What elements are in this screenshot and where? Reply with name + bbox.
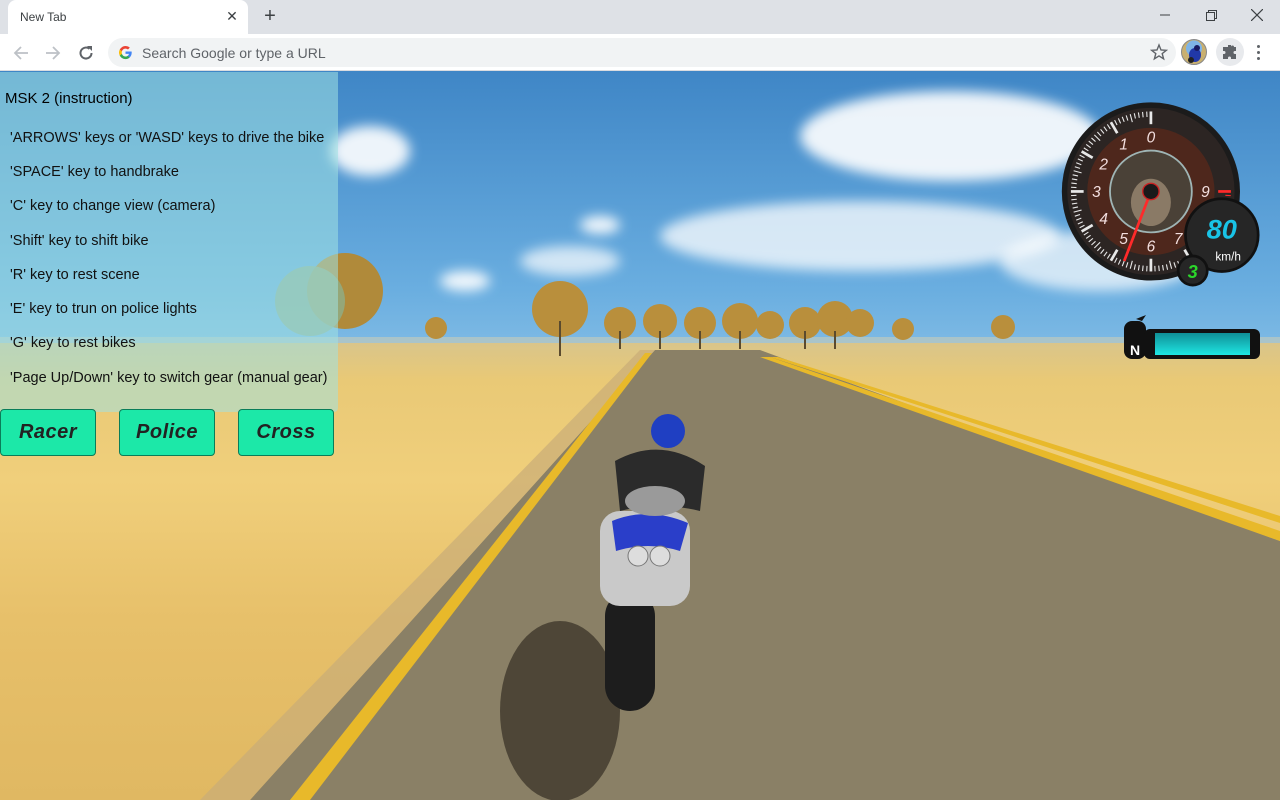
- rpm-label: 3: [1092, 184, 1101, 201]
- reload-icon[interactable]: [72, 39, 100, 67]
- profile-avatar[interactable]: [1181, 39, 1207, 65]
- bike-shadow: [500, 621, 620, 800]
- toolbar: Search Google or type a URL: [0, 34, 1280, 71]
- tab-new-tab[interactable]: New Tab ✕: [8, 0, 248, 34]
- bookmark-star-icon[interactable]: [1150, 43, 1168, 61]
- rpm-label: 0: [1147, 129, 1156, 146]
- close-icon[interactable]: ✕: [224, 8, 240, 24]
- instruction-line: 'SPACE' key to handbrake: [10, 164, 179, 180]
- instruction-line: 'Shift' key to shift bike: [10, 233, 149, 249]
- gauge-tick: [1142, 111, 1144, 118]
- gear-value: 3: [1188, 262, 1198, 282]
- game-canvas[interactable]: MSK 2 (instruction) 'ARROWS' keys or 'WA…: [0, 71, 1280, 800]
- kebab-menu-icon[interactable]: [1250, 40, 1266, 64]
- gauge-tick: [1158, 265, 1160, 272]
- police-bike-button[interactable]: Police: [119, 409, 215, 456]
- nitro-spark-icon: [1136, 315, 1146, 321]
- speed-unit: km/h: [1215, 250, 1241, 264]
- rpm-label: 1: [1119, 137, 1128, 154]
- minimize-icon[interactable]: [1142, 0, 1188, 30]
- nitro-label: N: [1130, 342, 1140, 358]
- instruction-line: 'E' key to trun on police lights: [10, 301, 197, 317]
- tab-title: New Tab: [20, 10, 67, 24]
- speed-value: 80: [1207, 214, 1237, 245]
- rpm-label: 9: [1201, 184, 1210, 201]
- racer-bike-button[interactable]: Racer: [0, 409, 96, 456]
- rpm-label: 7: [1174, 231, 1184, 248]
- tab-strip: New Tab ✕ +: [0, 0, 1280, 34]
- instruction-line: 'Page Up/Down' key to switch gear (manua…: [10, 370, 328, 386]
- instruction-line: 'C' key to change view (camera): [10, 198, 216, 214]
- instruction-line: 'G' key to rest bikes: [10, 335, 136, 351]
- rpm-label: 5: [1119, 231, 1128, 248]
- rpm-label: 6: [1147, 238, 1156, 255]
- instruction-panel: MSK 2 (instruction) 'ARROWS' keys or 'WA…: [0, 72, 338, 412]
- forward-arrow-icon[interactable]: [39, 39, 67, 67]
- back-arrow-icon[interactable]: [7, 39, 35, 67]
- rpm-label: 2: [1098, 157, 1108, 174]
- nitro-meter: N: [1124, 315, 1260, 359]
- instruction-title: MSK 2 (instruction): [5, 90, 133, 107]
- omnibox-placeholder: Search Google or type a URL: [142, 45, 326, 61]
- needle-hub: [1142, 182, 1160, 201]
- instruction-line: 'ARROWS' keys or 'WASD' keys to drive th…: [10, 130, 325, 146]
- cross-bike-button[interactable]: Cross: [238, 409, 334, 456]
- google-icon: [119, 46, 132, 60]
- window-close-icon[interactable]: [1234, 0, 1280, 30]
- tachometer: 0123456789 80 km/h 3: [1061, 102, 1260, 287]
- restore-icon[interactable]: [1188, 0, 1234, 30]
- gauge-tick: [1071, 198, 1077, 201]
- extensions-puzzle-icon[interactable]: [1216, 38, 1244, 66]
- road: [250, 350, 1280, 800]
- instruction-line: 'R' key to rest scene: [10, 267, 140, 283]
- gauge-tick: [1142, 265, 1144, 272]
- omnibox[interactable]: Search Google or type a URL: [108, 38, 1176, 67]
- gauge-tick: [1071, 182, 1077, 185]
- rpm-label: 4: [1099, 211, 1108, 228]
- nitro-bar-fill: [1155, 333, 1250, 355]
- plus-icon[interactable]: +: [258, 5, 282, 29]
